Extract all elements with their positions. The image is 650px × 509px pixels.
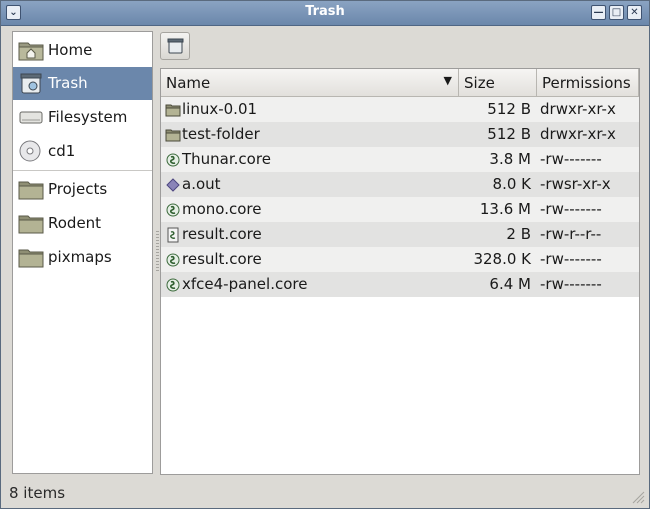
- trash-icon: [20, 73, 42, 94]
- folder-icon: [165, 129, 181, 142]
- close-button[interactable]: ✕: [627, 5, 642, 20]
- file-name: xfce4-panel.core: [182, 275, 308, 293]
- sidebar-item-rodent[interactable]: Rodent: [13, 207, 152, 240]
- column-header-name[interactable]: Name ▼: [161, 69, 459, 97]
- sidebar-item-projects[interactable]: Projects: [13, 173, 152, 206]
- sidebar-item-filesystem[interactable]: Filesystem: [13, 101, 152, 134]
- file-row[interactable]: xfce4-panel.core 6.4 M -rw-------: [161, 272, 639, 297]
- sidebar-item-pixmaps[interactable]: pixmaps: [13, 241, 152, 274]
- core-dump-icon: [166, 278, 180, 292]
- sidebar-item-label: Rodent: [48, 214, 102, 232]
- file-row[interactable]: linux-0.01 512 B drwxr-xr-x: [161, 97, 639, 122]
- maximize-button[interactable]: □: [609, 5, 624, 20]
- file-row[interactable]: test-folder 512 B drwxr-xr-x: [161, 122, 639, 147]
- column-header-permissions[interactable]: Permissions: [537, 69, 639, 97]
- core-dump-icon: [166, 153, 180, 167]
- title-bar[interactable]: ⌄ Trash — □ ✕: [1, 1, 649, 26]
- sidebar-item-label: pixmaps: [48, 248, 112, 266]
- file-size: 8.0 K: [492, 175, 531, 193]
- sort-descending-icon: ▼: [443, 74, 452, 87]
- executable-icon: [166, 178, 180, 192]
- file-size: 6.4 M: [489, 275, 531, 293]
- sidebar-item-trash[interactable]: Trash: [13, 67, 152, 100]
- location-trash-button[interactable]: [160, 32, 190, 60]
- file-name: Thunar.core: [182, 150, 271, 168]
- file-name: a.out: [182, 175, 221, 193]
- core-dump-icon: [166, 253, 180, 267]
- file-list[interactable]: Name ▼ Size Permissions linux-0.01 512 B d…: [160, 68, 640, 475]
- file-permissions: -rw-------: [540, 250, 602, 268]
- folder-icon: [18, 215, 44, 234]
- window-title: Trash: [305, 4, 345, 19]
- file-name: mono.core: [182, 200, 262, 218]
- file-permissions: -rwsr-xr-x: [540, 175, 611, 193]
- file-size: 2 B: [506, 225, 531, 243]
- folder-icon: [165, 104, 181, 117]
- file-name: result.core: [182, 225, 262, 243]
- file-permissions: -rw-r--r--: [540, 225, 602, 243]
- file-size: 328.0 K: [473, 250, 531, 268]
- sidebar-divider: [13, 170, 152, 171]
- sidebar-item-label: Projects: [48, 180, 108, 198]
- resize-grip-icon[interactable]: [631, 490, 645, 504]
- file-name: test-folder: [182, 125, 260, 143]
- status-text: 8 items: [9, 484, 66, 502]
- file-permissions: drwxr-xr-x: [540, 100, 616, 118]
- sidebar-item-label: Home: [48, 41, 93, 59]
- file-row[interactable]: mono.core 13.6 M -rw-------: [161, 197, 639, 222]
- file-permissions: drwxr-xr-x: [540, 125, 616, 143]
- file-row[interactable]: a.out 8.0 K -rwsr-xr-x: [161, 172, 639, 197]
- folder-icon: [18, 181, 44, 200]
- minimize-button[interactable]: —: [591, 5, 606, 20]
- sidebar-item-home[interactable]: Home: [13, 34, 152, 67]
- harddisk-icon: [19, 111, 43, 124]
- cdrom-icon: [19, 140, 41, 162]
- file-size: 13.6 M: [479, 200, 531, 218]
- file-row[interactable]: result.core 2 B -rw-r--r--: [161, 222, 639, 247]
- column-header-label: Size: [464, 74, 495, 92]
- sidebar-item-cd1[interactable]: cd1: [13, 135, 152, 168]
- sidebar-item-label: cd1: [48, 142, 76, 160]
- sidebar-item-label: Trash: [48, 74, 88, 92]
- file-permissions: -rw-------: [540, 275, 602, 293]
- column-header-label: Permissions: [542, 74, 631, 92]
- column-header-label: Name: [166, 74, 211, 92]
- trash-icon: [167, 38, 184, 54]
- file-name: linux-0.01: [182, 100, 258, 118]
- shortcuts-pane: Home Trash Filesystem cd1 Projects Roden…: [12, 31, 153, 474]
- file-manager-window: ⌄ Trash — □ ✕ Home Trash Filesystem cd1 …: [0, 0, 650, 509]
- folder-icon: [18, 249, 44, 268]
- status-bar: 8 items: [1, 480, 649, 508]
- file-size: 512 B: [487, 125, 531, 143]
- file-size: 512 B: [487, 100, 531, 118]
- file-permissions: -rw-------: [540, 200, 602, 218]
- column-header-size[interactable]: Size: [459, 69, 537, 97]
- file-row[interactable]: Thunar.core 3.8 M -rw-------: [161, 147, 639, 172]
- file-permissions: -rw-------: [540, 150, 602, 168]
- file-name: result.core: [182, 250, 262, 268]
- sidebar-item-label: Filesystem: [48, 108, 128, 126]
- core-dump-icon: [166, 203, 180, 217]
- pane-resize-handle[interactable]: [156, 231, 159, 271]
- file-row[interactable]: result.core 328.0 K -rw-------: [161, 247, 639, 272]
- file-size: 3.8 M: [489, 150, 531, 168]
- core-document-icon: [167, 227, 179, 243]
- home-folder-icon: [18, 42, 44, 61]
